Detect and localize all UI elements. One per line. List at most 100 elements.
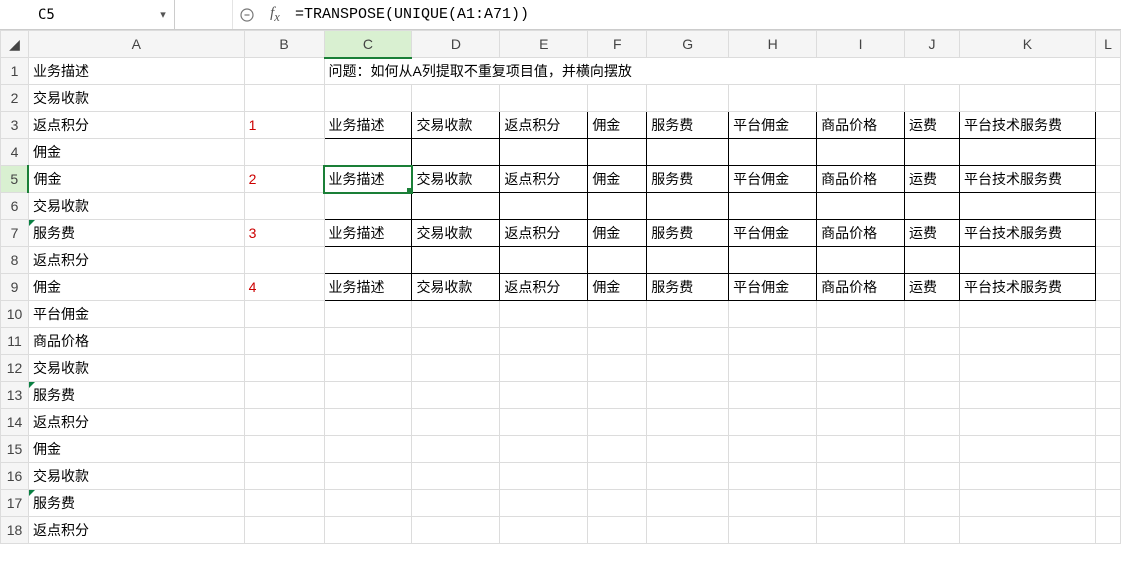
column-header-F[interactable]: F	[588, 31, 647, 58]
cell-J9[interactable]: 运费	[905, 274, 960, 301]
cell-K16[interactable]	[960, 463, 1096, 490]
cell-C9[interactable]: 业务描述	[324, 274, 412, 301]
cell-I8[interactable]	[817, 247, 905, 274]
cell-F15[interactable]	[588, 436, 647, 463]
cell-E5[interactable]: 返点积分	[500, 166, 588, 193]
cell-H15[interactable]	[729, 436, 817, 463]
cell-A14[interactable]: 返点积分	[28, 409, 244, 436]
cell-K15[interactable]	[960, 436, 1096, 463]
cell-C14[interactable]	[324, 409, 412, 436]
cell-K18[interactable]	[960, 517, 1096, 544]
cell-H11[interactable]	[729, 328, 817, 355]
cell-J5[interactable]: 运费	[905, 166, 960, 193]
cell-D16[interactable]	[412, 463, 500, 490]
cell-E18[interactable]	[500, 517, 588, 544]
cell-D13[interactable]	[412, 382, 500, 409]
cell-B3[interactable]: 1	[244, 112, 324, 139]
cell-B13[interactable]	[244, 382, 324, 409]
cell-E3[interactable]: 返点积分	[500, 112, 588, 139]
cell-K10[interactable]	[960, 301, 1096, 328]
row-header-12[interactable]: 12	[1, 355, 29, 382]
cell-E14[interactable]	[500, 409, 588, 436]
cell-G16[interactable]	[647, 463, 729, 490]
cell-L11[interactable]	[1095, 328, 1120, 355]
cell-C13[interactable]	[324, 382, 412, 409]
cell-C5[interactable]: 业务描述	[324, 166, 412, 193]
cancel-formula-icon[interactable]	[233, 0, 261, 29]
cell-E8[interactable]	[500, 247, 588, 274]
cell-E17[interactable]	[500, 490, 588, 517]
cell-I14[interactable]	[817, 409, 905, 436]
cell-A6[interactable]: 交易收款	[28, 193, 244, 220]
cell-J13[interactable]	[905, 382, 960, 409]
cell-B9[interactable]: 4	[244, 274, 324, 301]
cell-G4[interactable]	[647, 139, 729, 166]
cell-E11[interactable]	[500, 328, 588, 355]
cell-K14[interactable]	[960, 409, 1096, 436]
cell-H18[interactable]	[729, 517, 817, 544]
cell-G11[interactable]	[647, 328, 729, 355]
cell-K11[interactable]	[960, 328, 1096, 355]
cell-E12[interactable]	[500, 355, 588, 382]
cell-D7[interactable]: 交易收款	[412, 220, 500, 247]
cell-L2[interactable]	[1095, 85, 1120, 112]
cell-H12[interactable]	[729, 355, 817, 382]
cell-C15[interactable]	[324, 436, 412, 463]
cell-D17[interactable]	[412, 490, 500, 517]
cell-L10[interactable]	[1095, 301, 1120, 328]
cell-A13[interactable]: 服务费	[28, 382, 244, 409]
row-header-5[interactable]: 5	[1, 166, 29, 193]
cell-K12[interactable]	[960, 355, 1096, 382]
cell-K7[interactable]: 平台技术服务费	[960, 220, 1096, 247]
cell-F4[interactable]	[588, 139, 647, 166]
cell-A2[interactable]: 交易收款	[28, 85, 244, 112]
cell-F5[interactable]: 佣金	[588, 166, 647, 193]
cell-I17[interactable]	[817, 490, 905, 517]
row-header-13[interactable]: 13	[1, 382, 29, 409]
select-all-corner[interactable]: ◢	[1, 31, 29, 58]
cell-I18[interactable]	[817, 517, 905, 544]
cell-F7[interactable]: 佣金	[588, 220, 647, 247]
cell-L17[interactable]	[1095, 490, 1120, 517]
cell-A1[interactable]: 业务描述	[28, 58, 244, 85]
cell-G18[interactable]	[647, 517, 729, 544]
cell-H16[interactable]	[729, 463, 817, 490]
cell-H2[interactable]	[729, 85, 817, 112]
cell-C18[interactable]	[324, 517, 412, 544]
cell-F18[interactable]	[588, 517, 647, 544]
cell-G2[interactable]	[647, 85, 729, 112]
cell-G17[interactable]	[647, 490, 729, 517]
cell-J11[interactable]	[905, 328, 960, 355]
row-header-1[interactable]: 1	[1, 58, 29, 85]
cell-L8[interactable]	[1095, 247, 1120, 274]
name-box[interactable]: C5 ▾	[0, 0, 175, 29]
column-header-H[interactable]: H	[729, 31, 817, 58]
cell-E13[interactable]	[500, 382, 588, 409]
cell-J10[interactable]	[905, 301, 960, 328]
cell-K4[interactable]	[960, 139, 1096, 166]
cell-B10[interactable]	[244, 301, 324, 328]
cell-F12[interactable]	[588, 355, 647, 382]
cell-D9[interactable]: 交易收款	[412, 274, 500, 301]
cell-D6[interactable]	[412, 193, 500, 220]
cell-F13[interactable]	[588, 382, 647, 409]
cell-H3[interactable]: 平台佣金	[729, 112, 817, 139]
cell-B2[interactable]	[244, 85, 324, 112]
cell-J3[interactable]: 运费	[905, 112, 960, 139]
cell-B5[interactable]: 2	[244, 166, 324, 193]
cell-L6[interactable]	[1095, 193, 1120, 220]
cell-C6[interactable]	[324, 193, 412, 220]
cell-J18[interactable]	[905, 517, 960, 544]
cell-K17[interactable]	[960, 490, 1096, 517]
cell-G13[interactable]	[647, 382, 729, 409]
cell-H8[interactable]	[729, 247, 817, 274]
cell-I3[interactable]: 商品价格	[817, 112, 905, 139]
cell-A4[interactable]: 佣金	[28, 139, 244, 166]
cell-L15[interactable]	[1095, 436, 1120, 463]
cell-G5[interactable]: 服务费	[647, 166, 729, 193]
cell-C8[interactable]	[324, 247, 412, 274]
cell-J6[interactable]	[905, 193, 960, 220]
cell-A18[interactable]: 返点积分	[28, 517, 244, 544]
column-header-D[interactable]: D	[412, 31, 500, 58]
column-header-A[interactable]: A	[28, 31, 244, 58]
